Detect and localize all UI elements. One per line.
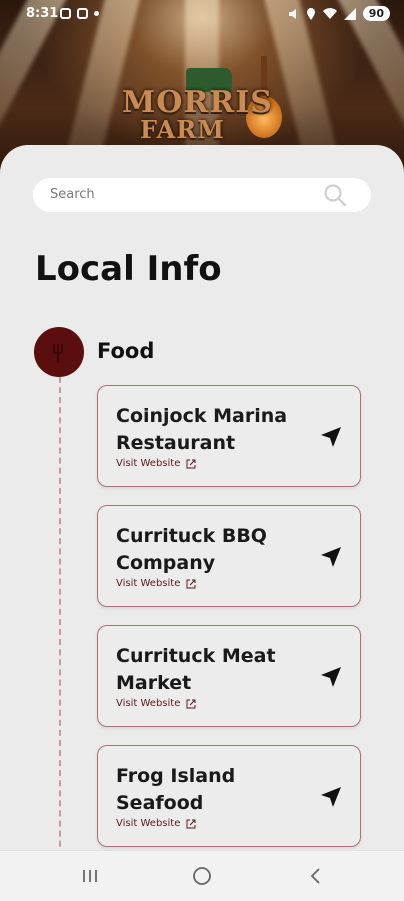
search-icon[interactable] (323, 183, 347, 207)
navigation-arrow-icon[interactable] (320, 786, 342, 808)
item-name: Currituck Meat Market (116, 645, 276, 694)
navigation-arrow-icon[interactable] (320, 546, 342, 568)
item-name: Frog Island Seafood (116, 765, 236, 814)
item-name: Currituck BBQ Company (116, 525, 267, 574)
visit-website-link[interactable]: Visit Website (116, 818, 196, 829)
signal-icon (343, 7, 356, 20)
brand-logo: MORRIS FARM (122, 85, 273, 144)
wifi-icon (322, 7, 337, 19)
system-navigation-bar (0, 850, 404, 901)
external-link-icon (186, 579, 196, 588)
back-icon[interactable] (303, 863, 329, 889)
app-notification-icon (77, 8, 88, 19)
notification-icon (60, 8, 71, 19)
external-link-icon (186, 699, 196, 708)
battery-indicator: 90 (362, 6, 390, 21)
recent-apps-icon[interactable] (77, 863, 103, 889)
list-item[interactable]: Currituck BBQ Company Visit Website (97, 505, 361, 607)
location-icon (306, 7, 315, 20)
home-icon[interactable] (189, 863, 215, 889)
item-name: Coinjock Marina Restaurant (116, 405, 288, 454)
status-time: 8:31 (26, 6, 59, 21)
list-item[interactable]: Coinjock Marina Restaurant Visit Website (97, 385, 361, 487)
external-link-icon (186, 459, 196, 468)
list-item[interactable]: Frog Island Seafood Visit Website (97, 745, 361, 847)
navigation-arrow-icon[interactable] (320, 426, 342, 448)
visit-website-link[interactable]: Visit Website (116, 458, 196, 469)
search-input[interactable]: Search (33, 178, 371, 212)
visit-website-link[interactable]: Visit Website (116, 698, 196, 709)
utensils-icon (53, 344, 63, 363)
status-bar: 8:31 90 (0, 0, 404, 30)
category-label: Food (97, 339, 155, 363)
dot-icon (94, 11, 99, 16)
search-placeholder: Search (50, 187, 95, 202)
list-item[interactable]: Currituck Meat Market Visit Website (97, 625, 361, 727)
category-icon (34, 327, 84, 377)
navigation-arrow-icon[interactable] (320, 666, 342, 688)
visit-website-link[interactable]: Visit Website (116, 578, 196, 589)
page-title: Local Info (35, 249, 222, 289)
mute-icon (288, 8, 296, 19)
timeline-line (59, 377, 61, 865)
external-link-icon (186, 819, 196, 828)
content-sheet: Search Local Info Food Coinjock Marina R… (0, 145, 404, 865)
